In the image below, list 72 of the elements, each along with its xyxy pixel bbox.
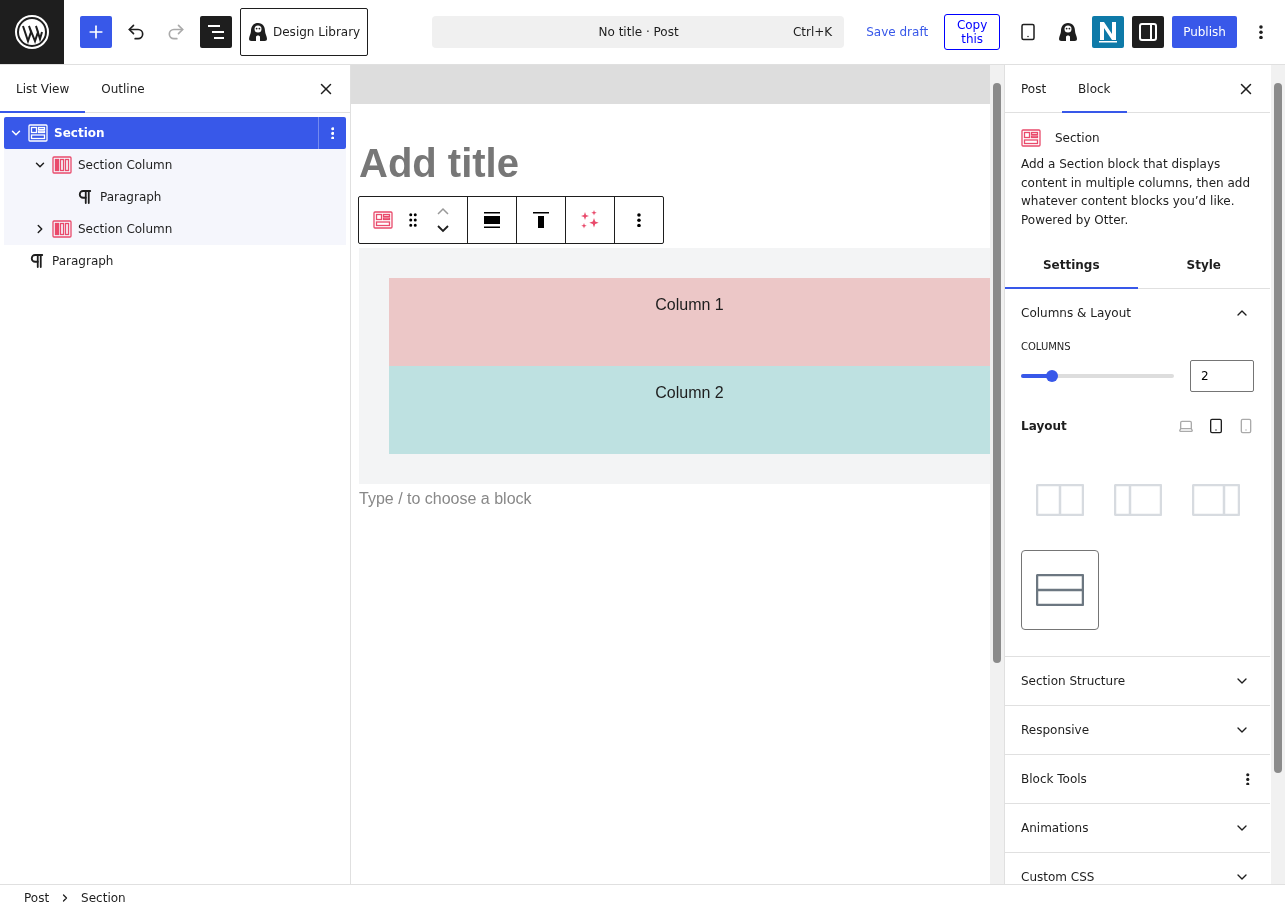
sidebar-icon bbox=[1138, 22, 1159, 42]
pilcrow-icon bbox=[76, 188, 94, 206]
n-logo-button[interactable] bbox=[1092, 16, 1125, 48]
columns-input[interactable]: 2 bbox=[1190, 360, 1254, 392]
wordpress-logo[interactable] bbox=[0, 0, 64, 64]
block-name: Section bbox=[1055, 131, 1100, 145]
list-view-item[interactable]: Section Column bbox=[4, 149, 346, 181]
tablet-icon bbox=[1208, 418, 1224, 434]
document-overview-button[interactable] bbox=[200, 16, 232, 48]
phone-icon bbox=[1238, 418, 1254, 434]
breadcrumb-link[interactable]: Section bbox=[77, 890, 130, 905]
undo-icon bbox=[126, 22, 146, 42]
sidebar-tab[interactable]: Block bbox=[1062, 65, 1127, 113]
add-block-button[interactable] bbox=[80, 16, 112, 48]
layout-icon bbox=[1036, 484, 1084, 516]
layout-option[interactable] bbox=[1021, 550, 1099, 630]
penguin-icon bbox=[1059, 22, 1078, 42]
list-view-item[interactable]: Paragraph bbox=[4, 181, 346, 213]
columns-slider[interactable] bbox=[1021, 370, 1174, 382]
layout-icon bbox=[1036, 574, 1084, 606]
panel-header[interactable]: Section Structure bbox=[1005, 657, 1270, 705]
command-palette-button[interactable]: No title · Post Ctrl+K bbox=[432, 16, 845, 48]
settings-tab[interactable]: Style bbox=[1137, 240, 1270, 289]
copy-button[interactable]: Copy this bbox=[944, 14, 1001, 50]
panel-header[interactable]: Block Tools bbox=[1005, 755, 1270, 803]
laptop-icon bbox=[1178, 418, 1194, 434]
panel-tab[interactable]: Outline bbox=[85, 64, 161, 113]
align-icon bbox=[483, 211, 501, 229]
column-text: Column 1 bbox=[655, 296, 724, 314]
list-icon bbox=[206, 24, 226, 40]
panel-tab[interactable]: List View bbox=[0, 64, 86, 113]
layout-icon bbox=[1114, 484, 1162, 516]
panel-header[interactable]: Animations bbox=[1005, 804, 1270, 852]
section-icon bbox=[1021, 129, 1041, 147]
block-appender-placeholder[interactable]: Type / to choose a block bbox=[359, 490, 532, 508]
redo-icon bbox=[166, 22, 186, 42]
tablet-icon bbox=[1019, 23, 1038, 41]
list-view-item[interactable]: Paragraph bbox=[4, 245, 346, 277]
list-view-item[interactable]: Section Column bbox=[4, 213, 346, 245]
columns-icon bbox=[52, 220, 72, 238]
scrollbar[interactable] bbox=[1271, 65, 1285, 884]
more-vertical-icon bbox=[1258, 24, 1263, 40]
breadcrumb-link[interactable]: Post bbox=[20, 890, 54, 905]
slider-thumb[interactable] bbox=[1045, 370, 1058, 382]
columns-icon bbox=[52, 156, 72, 174]
block-description: Add a Section block that displays content in multiple columns, then add whatever content blocks you’d like. Powered by Otter. bbox=[1021, 156, 1252, 229]
design-library-button[interactable]: Design Library bbox=[240, 8, 369, 56]
title-placeholder[interactable]: Add title bbox=[359, 140, 519, 186]
list-view-item[interactable]: Section bbox=[4, 117, 346, 149]
sidebar-tab[interactable]: Post bbox=[1005, 65, 1063, 113]
more-vertical-icon bbox=[330, 126, 335, 140]
panel-header[interactable]: Custom CSS bbox=[1005, 853, 1270, 884]
section-icon bbox=[28, 124, 48, 142]
columns-label: COLUMNS bbox=[1020, 340, 1072, 354]
panel-header[interactable]: Responsive bbox=[1005, 706, 1270, 754]
scrollbar[interactable] bbox=[990, 65, 1004, 884]
up-down-chevrons-icon bbox=[435, 205, 451, 235]
save-draft-button[interactable]: Save draft bbox=[862, 19, 933, 45]
layout-label: Layout bbox=[1021, 419, 1068, 433]
layout-icon bbox=[1192, 484, 1240, 516]
settings-sidebar-button[interactable] bbox=[1132, 16, 1165, 48]
panel-header[interactable]: Columns & Layout bbox=[1005, 289, 1270, 337]
publish-button[interactable]: Publish bbox=[1172, 16, 1237, 48]
align-top-icon bbox=[532, 211, 550, 229]
column-text: Column 2 bbox=[655, 384, 724, 402]
penguin-icon bbox=[249, 22, 267, 42]
settings-tab[interactable]: Settings bbox=[1005, 240, 1138, 289]
device-button[interactable] bbox=[1208, 418, 1224, 434]
more-vertical-icon bbox=[1246, 772, 1250, 786]
pilcrow-icon bbox=[28, 252, 46, 270]
more-vertical-icon bbox=[637, 212, 641, 228]
section-icon bbox=[373, 211, 393, 229]
